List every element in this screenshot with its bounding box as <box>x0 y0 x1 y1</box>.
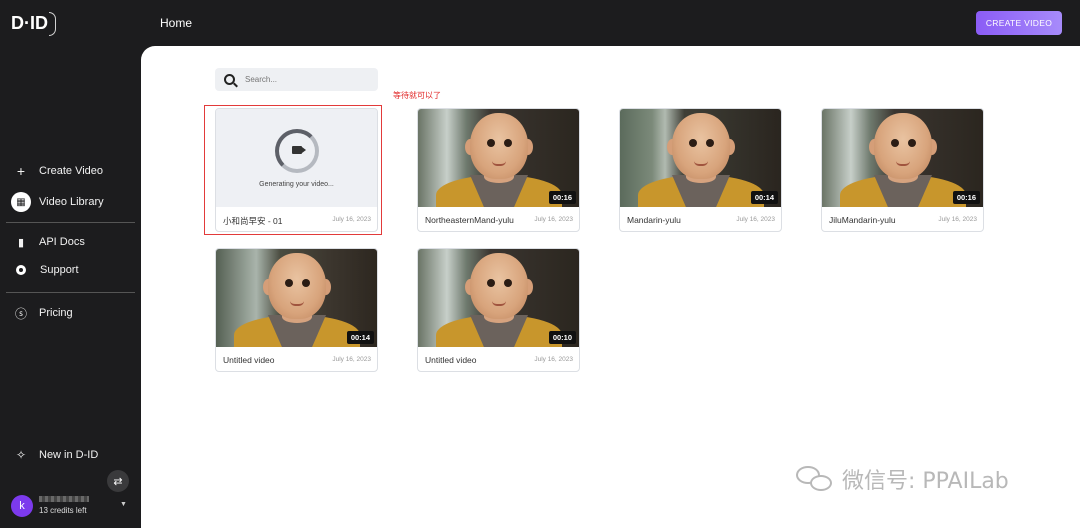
video-title: 小和尚早安 - 01 <box>223 216 283 226</box>
video-thumbnail: Generating your video... <box>216 109 377 207</box>
video-thumbnail: 00:16 <box>822 109 983 207</box>
sidebar-item-label: API Docs <box>39 236 85 248</box>
search-input[interactable] <box>245 75 365 84</box>
lifebuoy-icon <box>16 265 26 275</box>
document-icon: ▮ <box>17 236 25 249</box>
page-title: Home <box>160 16 193 30</box>
video-date: July 16, 2023 <box>534 356 573 363</box>
video-title: Untitled video <box>223 355 275 365</box>
watermark-text: 微信号: PPAILab <box>842 469 1009 494</box>
video-date: July 16, 2023 <box>736 216 775 223</box>
sidebar-item-new-in-did[interactable]: ✧ New in D-ID <box>12 446 98 464</box>
video-duration: 00:14 <box>750 191 778 204</box>
sidebar: + Create Video ▦ Video Library ▮ API Doc… <box>0 46 141 528</box>
video-card-generating[interactable]: Generating your video... 小和尚早安 - 01 July… <box>215 108 378 232</box>
chevron-down-icon[interactable]: ▼ <box>120 501 127 508</box>
user-name-blurred <box>39 496 89 502</box>
video-card[interactable]: 00:10 Untitled video July 16, 2023 <box>417 248 580 372</box>
video-date: July 16, 2023 <box>332 216 371 223</box>
video-thumbnail: 00:14 <box>216 249 377 347</box>
video-date: July 16, 2023 <box>534 216 573 223</box>
video-card[interactable]: 00:16 NortheasternMand-yulu July 16, 202… <box>417 108 580 232</box>
video-title: Mandarin-yulu <box>627 215 681 225</box>
switch-account-icon[interactable]: ⇄ <box>107 470 129 492</box>
did-logo[interactable]: D·ID <box>11 12 56 36</box>
video-title: NortheasternMand-yulu <box>425 215 514 225</box>
video-camera-icon <box>292 146 306 154</box>
video-card[interactable]: 00:16 JiluMandarin-yulu July 16, 2023 <box>821 108 984 232</box>
sidebar-item-create-video[interactable]: + Create Video <box>12 162 103 180</box>
video-title: Untitled video <box>425 355 477 365</box>
create-video-button[interactable]: CREATE VIDEO <box>976 11 1062 35</box>
sparkle-icon: ✧ <box>15 448 27 462</box>
annotation-text: 等待就可以了 <box>393 91 441 100</box>
sidebar-item-label: New in D-ID <box>39 449 99 461</box>
sidebar-item-label: Pricing <box>39 307 73 319</box>
credits-remaining: 13 credits left <box>39 506 87 515</box>
video-card[interactable]: 00:14 Untitled video July 16, 2023 <box>215 248 378 372</box>
sidebar-item-label: Create Video <box>39 165 104 177</box>
wechat-watermark: 微信号: PPAILab <box>796 463 1009 495</box>
video-duration: 00:14 <box>346 331 374 344</box>
sidebar-divider <box>6 222 135 223</box>
video-title: JiluMandarin-yulu <box>829 215 896 225</box>
sidebar-item-label: Video Library <box>39 196 104 208</box>
video-date: July 16, 2023 <box>332 356 371 363</box>
video-thumbnail: 00:16 <box>418 109 579 207</box>
search-bar[interactable] <box>215 68 378 91</box>
video-thumbnail: 00:14 <box>620 109 781 207</box>
video-duration: 00:10 <box>548 331 576 344</box>
sidebar-item-api-docs[interactable]: ▮ API Docs <box>12 233 85 251</box>
top-bar: D·ID Home CREATE VIDEO <box>0 0 1080 46</box>
video-card[interactable]: 00:14 Mandarin-yulu July 16, 2023 <box>619 108 782 232</box>
sidebar-item-pricing[interactable]: ⓢ Pricing <box>12 304 73 322</box>
generating-status: Generating your video... <box>259 181 334 188</box>
plus-icon: + <box>16 163 26 179</box>
video-duration: 00:16 <box>548 191 576 204</box>
avatar[interactable]: k <box>11 495 33 517</box>
video-duration: 00:16 <box>952 191 980 204</box>
dollar-icon: ⓢ <box>14 306 27 321</box>
sidebar-item-video-library[interactable]: ▦ Video Library <box>11 192 104 212</box>
video-date: July 16, 2023 <box>938 216 977 223</box>
search-icon <box>224 74 235 85</box>
video-thumbnail: 00:10 <box>418 249 579 347</box>
sidebar-divider <box>6 292 135 293</box>
sidebar-item-support[interactable]: Support <box>12 264 79 276</box>
wechat-icon <box>796 466 834 492</box>
sidebar-item-label: Support <box>40 264 79 276</box>
main-content: 等待就可以了 Generating your video... 小和尚早安 - … <box>141 46 1080 528</box>
grid-icon: ▦ <box>11 192 31 212</box>
